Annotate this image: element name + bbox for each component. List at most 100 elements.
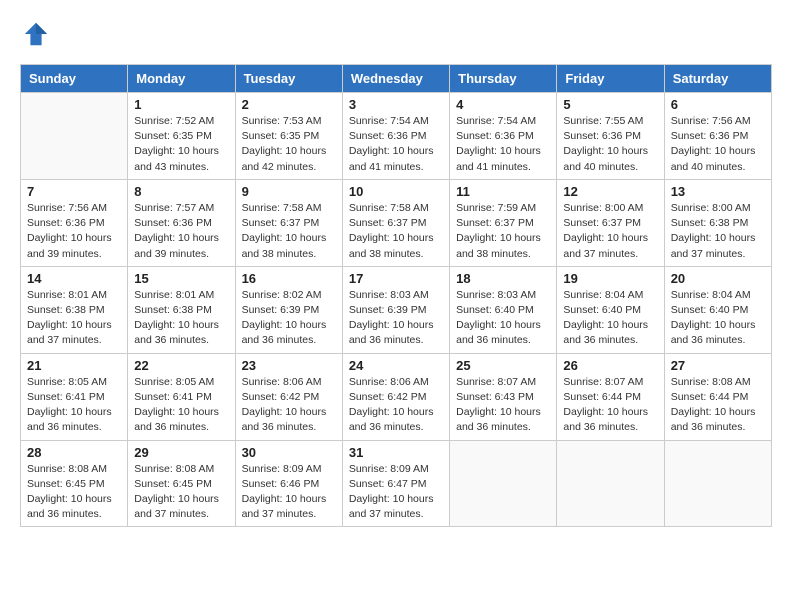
day-number: 17 <box>349 271 443 286</box>
day-detail: Sunrise: 8:07 AM Sunset: 6:44 PM Dayligh… <box>563 375 657 436</box>
day-detail: Sunrise: 8:09 AM Sunset: 6:47 PM Dayligh… <box>349 462 443 523</box>
day-number: 1 <box>134 97 228 112</box>
day-detail: Sunrise: 7:56 AM Sunset: 6:36 PM Dayligh… <box>27 201 121 262</box>
day-number: 13 <box>671 184 765 199</box>
calendar-day: 6 Sunrise: 7:56 AM Sunset: 6:36 PM Daylig… <box>664 93 771 180</box>
calendar-day: 15Sunrise: 8:01 AM Sunset: 6:38 PM Dayli… <box>128 266 235 353</box>
day-detail: Sunrise: 7:56 AM Sunset: 6:36 PM Dayligh… <box>671 114 765 175</box>
calendar-day: 27 Sunrise: 8:08 AM Sunset: 6:44 PM Dayli… <box>664 353 771 440</box>
day-number: 3 <box>349 97 443 112</box>
day-number: 18 <box>456 271 550 286</box>
calendar-day: 1 Sunrise: 7:52 AM Sunset: 6:35 PM Daylig… <box>128 93 235 180</box>
day-detail: Sunrise: 7:58 AM Sunset: 6:37 PM Dayligh… <box>242 201 336 262</box>
calendar-day: 20 Sunrise: 8:04 AM Sunset: 6:40 PM Dayli… <box>664 266 771 353</box>
calendar-day: 21 Sunrise: 8:05 AM Sunset: 6:41 PM Dayli… <box>21 353 128 440</box>
header-tuesday: Tuesday <box>235 65 342 93</box>
day-detail: Sunrise: 8:01 AM Sunset: 6:38 PM Dayligh… <box>27 288 121 349</box>
day-detail: Sunrise: 8:00 AM Sunset: 6:38 PM Dayligh… <box>671 201 765 262</box>
calendar-day <box>557 440 664 527</box>
calendar-day: 16 Sunrise: 8:02 AM Sunset: 6:39 PM Dayli… <box>235 266 342 353</box>
header-friday: Friday <box>557 65 664 93</box>
day-detail: Sunrise: 8:08 AM Sunset: 6:45 PM Dayligh… <box>27 462 121 523</box>
calendar-week-2: 7 Sunrise: 7:56 AM Sunset: 6:36 PM Daylig… <box>21 179 772 266</box>
day-detail: Sunrise: 7:54 AM Sunset: 6:36 PM Dayligh… <box>456 114 550 175</box>
calendar-day: 26 Sunrise: 8:07 AM Sunset: 6:44 PM Dayli… <box>557 353 664 440</box>
logo <box>20 20 50 48</box>
day-detail: Sunrise: 8:01 AM Sunset: 6:38 PM Dayligh… <box>134 288 228 349</box>
day-number: 12 <box>563 184 657 199</box>
calendar-day <box>664 440 771 527</box>
day-detail: Sunrise: 8:03 AM Sunset: 6:39 PM Dayligh… <box>349 288 443 349</box>
day-number: 25 <box>456 358 550 373</box>
calendar-day <box>21 93 128 180</box>
day-number: 7 <box>27 184 121 199</box>
day-number: 21 <box>27 358 121 373</box>
calendar-day: 25Sunrise: 8:07 AM Sunset: 6:43 PM Dayli… <box>450 353 557 440</box>
day-detail: Sunrise: 8:05 AM Sunset: 6:41 PM Dayligh… <box>27 375 121 436</box>
day-number: 14 <box>27 271 121 286</box>
calendar-day: 29Sunrise: 8:08 AM Sunset: 6:45 PM Dayli… <box>128 440 235 527</box>
calendar-day: 10 Sunrise: 7:58 AM Sunset: 6:37 PM Dayli… <box>342 179 449 266</box>
day-detail: Sunrise: 8:02 AM Sunset: 6:39 PM Dayligh… <box>242 288 336 349</box>
day-detail: Sunrise: 8:06 AM Sunset: 6:42 PM Dayligh… <box>349 375 443 436</box>
day-number: 26 <box>563 358 657 373</box>
day-detail: Sunrise: 8:09 AM Sunset: 6:46 PM Dayligh… <box>242 462 336 523</box>
day-number: 10 <box>349 184 443 199</box>
calendar-day: 3 Sunrise: 7:54 AM Sunset: 6:36 PM Daylig… <box>342 93 449 180</box>
day-detail: Sunrise: 8:06 AM Sunset: 6:42 PM Dayligh… <box>242 375 336 436</box>
day-number: 4 <box>456 97 550 112</box>
calendar-day: 28 Sunrise: 8:08 AM Sunset: 6:45 PM Dayli… <box>21 440 128 527</box>
calendar-day <box>450 440 557 527</box>
day-number: 27 <box>671 358 765 373</box>
calendar-header-row: SundayMondayTuesdayWednesdayThursdayFrid… <box>21 65 772 93</box>
day-number: 22 <box>134 358 228 373</box>
day-detail: Sunrise: 7:54 AM Sunset: 6:36 PM Dayligh… <box>349 114 443 175</box>
calendar-day: 18 Sunrise: 8:03 AM Sunset: 6:40 PM Dayli… <box>450 266 557 353</box>
day-number: 28 <box>27 445 121 460</box>
day-number: 20 <box>671 271 765 286</box>
logo-icon <box>22 20 50 48</box>
calendar-day: 5Sunrise: 7:55 AM Sunset: 6:36 PM Daylig… <box>557 93 664 180</box>
calendar-week-5: 28 Sunrise: 8:08 AM Sunset: 6:45 PM Dayli… <box>21 440 772 527</box>
day-detail: Sunrise: 8:08 AM Sunset: 6:45 PM Dayligh… <box>134 462 228 523</box>
day-detail: Sunrise: 8:08 AM Sunset: 6:44 PM Dayligh… <box>671 375 765 436</box>
day-detail: Sunrise: 8:00 AM Sunset: 6:37 PM Dayligh… <box>563 201 657 262</box>
day-number: 24 <box>349 358 443 373</box>
calendar-day: 22Sunrise: 8:05 AM Sunset: 6:41 PM Dayli… <box>128 353 235 440</box>
calendar-day: 13 Sunrise: 8:00 AM Sunset: 6:38 PM Dayli… <box>664 179 771 266</box>
day-number: 16 <box>242 271 336 286</box>
day-detail: Sunrise: 7:58 AM Sunset: 6:37 PM Dayligh… <box>349 201 443 262</box>
calendar-week-1: 1 Sunrise: 7:52 AM Sunset: 6:35 PM Daylig… <box>21 93 772 180</box>
day-number: 6 <box>671 97 765 112</box>
day-number: 23 <box>242 358 336 373</box>
day-detail: Sunrise: 7:52 AM Sunset: 6:35 PM Dayligh… <box>134 114 228 175</box>
calendar-day: 11 Sunrise: 7:59 AM Sunset: 6:37 PM Dayli… <box>450 179 557 266</box>
page-header <box>20 20 772 48</box>
calendar-day: 2 Sunrise: 7:53 AM Sunset: 6:35 PM Daylig… <box>235 93 342 180</box>
day-detail: Sunrise: 8:04 AM Sunset: 6:40 PM Dayligh… <box>671 288 765 349</box>
calendar-day: 19 Sunrise: 8:04 AM Sunset: 6:40 PM Dayli… <box>557 266 664 353</box>
day-detail: Sunrise: 8:03 AM Sunset: 6:40 PM Dayligh… <box>456 288 550 349</box>
calendar-day: 9Sunrise: 7:58 AM Sunset: 6:37 PM Daylig… <box>235 179 342 266</box>
day-number: 11 <box>456 184 550 199</box>
header-thursday: Thursday <box>450 65 557 93</box>
header-monday: Monday <box>128 65 235 93</box>
day-number: 30 <box>242 445 336 460</box>
calendar-day: 31 Sunrise: 8:09 AM Sunset: 6:47 PM Dayli… <box>342 440 449 527</box>
calendar-table: SundayMondayTuesdayWednesdayThursdayFrid… <box>20 64 772 527</box>
day-number: 19 <box>563 271 657 286</box>
calendar-day: 7 Sunrise: 7:56 AM Sunset: 6:36 PM Daylig… <box>21 179 128 266</box>
calendar-day: 23 Sunrise: 8:06 AM Sunset: 6:42 PM Dayli… <box>235 353 342 440</box>
calendar-day: 24 Sunrise: 8:06 AM Sunset: 6:42 PM Dayli… <box>342 353 449 440</box>
header-sunday: Sunday <box>21 65 128 93</box>
header-wednesday: Wednesday <box>342 65 449 93</box>
calendar-day: 12 Sunrise: 8:00 AM Sunset: 6:37 PM Dayli… <box>557 179 664 266</box>
day-detail: Sunrise: 8:04 AM Sunset: 6:40 PM Dayligh… <box>563 288 657 349</box>
calendar-day: 8Sunrise: 7:57 AM Sunset: 6:36 PM Daylig… <box>128 179 235 266</box>
day-number: 31 <box>349 445 443 460</box>
day-detail: Sunrise: 7:55 AM Sunset: 6:36 PM Dayligh… <box>563 114 657 175</box>
day-number: 2 <box>242 97 336 112</box>
calendar-week-3: 14 Sunrise: 8:01 AM Sunset: 6:38 PM Dayli… <box>21 266 772 353</box>
day-detail: Sunrise: 7:59 AM Sunset: 6:37 PM Dayligh… <box>456 201 550 262</box>
day-detail: Sunrise: 7:53 AM Sunset: 6:35 PM Dayligh… <box>242 114 336 175</box>
